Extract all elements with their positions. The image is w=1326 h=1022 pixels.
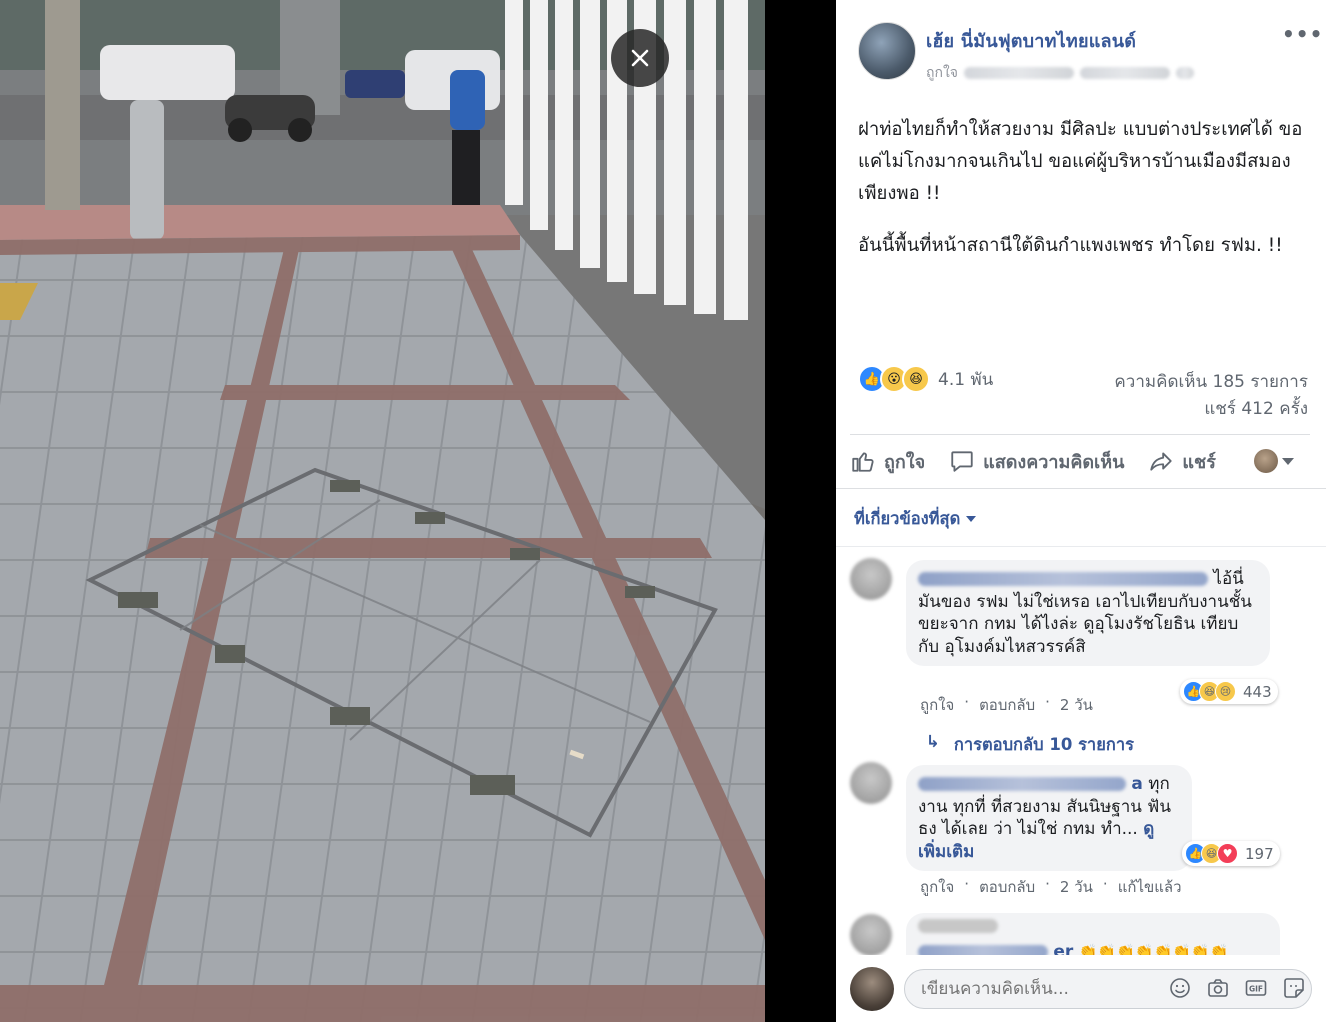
commenter-name[interactable]: [918, 777, 1126, 791]
haha-reaction-icon: 😆: [902, 365, 930, 393]
page-name-link[interactable]: เฮ้ย นี่มันฟุตบาทไทยแลนด์: [926, 26, 1136, 55]
comment-button[interactable]: แสดงความคิดเห็น: [949, 447, 1124, 476]
separator: ·: [1102, 875, 1108, 893]
more-icon[interactable]: •••: [1282, 22, 1323, 46]
commenter-avatar[interactable]: [850, 558, 892, 600]
post-meta: ถูกใจ: [926, 62, 1194, 84]
avatar: [1254, 449, 1278, 473]
commenter-avatar[interactable]: [850, 762, 892, 804]
blurred-meta: [1176, 67, 1194, 79]
gif-icon[interactable]: GIF: [1244, 976, 1268, 1000]
commenter-name[interactable]: [918, 572, 1208, 586]
post-paragraph: อันนี้พื้นที่หน้าสถานีใต้ดินกำแพงเพชร ทำ…: [858, 235, 1283, 256]
comment-composer: GIF: [836, 955, 1326, 1022]
love-reaction-icon: ♥: [1217, 843, 1238, 864]
comment-meta: ถูกใจ · ตอบกลับ · 2 วัน: [920, 693, 1093, 717]
emoji-icon[interactable]: [1168, 976, 1192, 1000]
comment-text-lead: ไอ้นี่: [1213, 569, 1244, 589]
sidewalk-photo: [0, 0, 765, 1022]
post-paragraph: ฝาท่อไทยก็ทำให้สวยงาม มีศิลปะ แบบต่างประ…: [858, 119, 1303, 204]
close-photo-button[interactable]: [611, 29, 669, 87]
blurred-meta: [964, 67, 1074, 79]
divider: [836, 546, 1326, 547]
comment-sort-dropdown[interactable]: ที่เกี่ยวข้องที่สุด: [854, 506, 977, 532]
reaction-count[interactable]: 4.1 พัน: [938, 366, 993, 393]
comment-text: มันของ รฟม ไม่ใช่เหรอ เอาไปเทียบกับงานชั…: [918, 591, 1252, 657]
share-count[interactable]: แชร์ 412 ครั้ง: [1204, 395, 1308, 422]
comment-reply-link[interactable]: ตอบกลับ: [979, 693, 1035, 717]
chevron-down-icon: [966, 516, 977, 522]
separator: ·: [964, 693, 970, 711]
comment-button-label: แสดงความคิดเห็น: [983, 451, 1125, 473]
commenter-name-tail[interactable]: a: [1131, 774, 1142, 794]
separator: ·: [1045, 693, 1050, 711]
comment-reactions[interactable]: 👍 😆 😢 443: [1180, 679, 1278, 704]
page-avatar[interactable]: [858, 22, 916, 80]
post-side-panel: เฮ้ย นี่มันฟุตบาทไทยแลนด์ ถูกใจ ••• ฝาท่…: [836, 0, 1326, 1022]
comment-bubble: ไอ้นี่ มันของ รฟม ไม่ใช่เหรอ เอาไปเทียบก…: [906, 560, 1270, 666]
svg-text:GIF: GIF: [1249, 985, 1263, 994]
comment-time[interactable]: 2 วัน: [1060, 693, 1093, 717]
close-icon: [631, 49, 649, 67]
like-button[interactable]: ถูกใจ: [850, 447, 925, 476]
camera-icon[interactable]: [1206, 976, 1230, 1000]
sticker-icon[interactable]: [1282, 976, 1306, 1000]
composer-icons: GIF: [1168, 976, 1306, 1000]
separator: ·: [1045, 875, 1050, 893]
commenter-avatar[interactable]: [850, 914, 892, 956]
commenter-name[interactable]: [918, 919, 998, 933]
avatar[interactable]: [850, 967, 894, 1011]
comment-reply-link[interactable]: ตอบกลับ: [979, 875, 1035, 899]
meta-like-label: ถูกใจ: [926, 65, 958, 81]
post-text: ฝาท่อไทยก็ทำให้สวยงาม มีศิลปะ แบบต่างประ…: [858, 114, 1308, 282]
separator: ·: [964, 875, 970, 893]
chevron-down-icon: [1282, 457, 1294, 465]
share-button[interactable]: แชร์: [1148, 447, 1216, 476]
comment-reaction-count: 443: [1243, 682, 1272, 701]
share-button-label: แชร์: [1182, 451, 1216, 473]
edited-label[interactable]: แก้ไขแล้ว: [1118, 875, 1182, 899]
comment-time[interactable]: 2 วัน: [1060, 875, 1093, 899]
post-photo: [0, 0, 765, 1022]
view-replies-link[interactable]: ↳ การตอบกลับ 10 รายการ: [926, 732, 1134, 758]
sad-reaction-icon: 😢: [1215, 681, 1236, 702]
post-reactions-summary: 👍 😮 😆 4.1 พัน ความคิดเห็น 185 รายการ แชร…: [858, 362, 1308, 422]
photo-right-margin: [765, 0, 836, 1022]
comment-like-link[interactable]: ถูกใจ: [920, 693, 954, 717]
comment-meta: ถูกใจ · ตอบกลับ · 2 วัน · แก้ไขแล้ว: [920, 875, 1182, 899]
comment-reaction-count: 197: [1245, 844, 1274, 863]
comment-text: งาน ทุกที่ ที่สวยงาม สันนิษฐาน ฟันธง ได้…: [918, 796, 1171, 840]
post-actions: ถูกใจ แสดงความคิดเห็น แชร์: [850, 440, 1310, 482]
comment-count[interactable]: ความคิดเห็น 185 รายการ: [1114, 368, 1308, 395]
comment-reactions[interactable]: 👍 😆 ♥ 197: [1182, 841, 1280, 866]
comment-sort-label: ที่เกี่ยวข้องที่สุด: [854, 509, 961, 528]
reply-arrow-icon: ↳: [926, 732, 940, 751]
comment-bubble: a ทุก งาน ทุกที่ ที่สวยงาม สันนิษฐาน ฟัน…: [906, 765, 1192, 871]
blurred-meta: [1080, 67, 1170, 79]
divider: [850, 434, 1310, 435]
share-icon: [1150, 452, 1173, 471]
divider: [836, 488, 1326, 489]
comment-icon: [951, 451, 973, 472]
comment-text-lead: ทุก: [1148, 774, 1170, 794]
post-as-selector[interactable]: [1254, 449, 1294, 473]
view-replies-label: การตอบกลับ 10 รายการ: [953, 735, 1134, 754]
comment-like-link[interactable]: ถูกใจ: [920, 875, 954, 899]
thumbs-up-icon: [852, 452, 874, 472]
reaction-icons[interactable]: 👍 😮 😆: [858, 365, 930, 393]
like-button-label: ถูกใจ: [884, 451, 926, 473]
